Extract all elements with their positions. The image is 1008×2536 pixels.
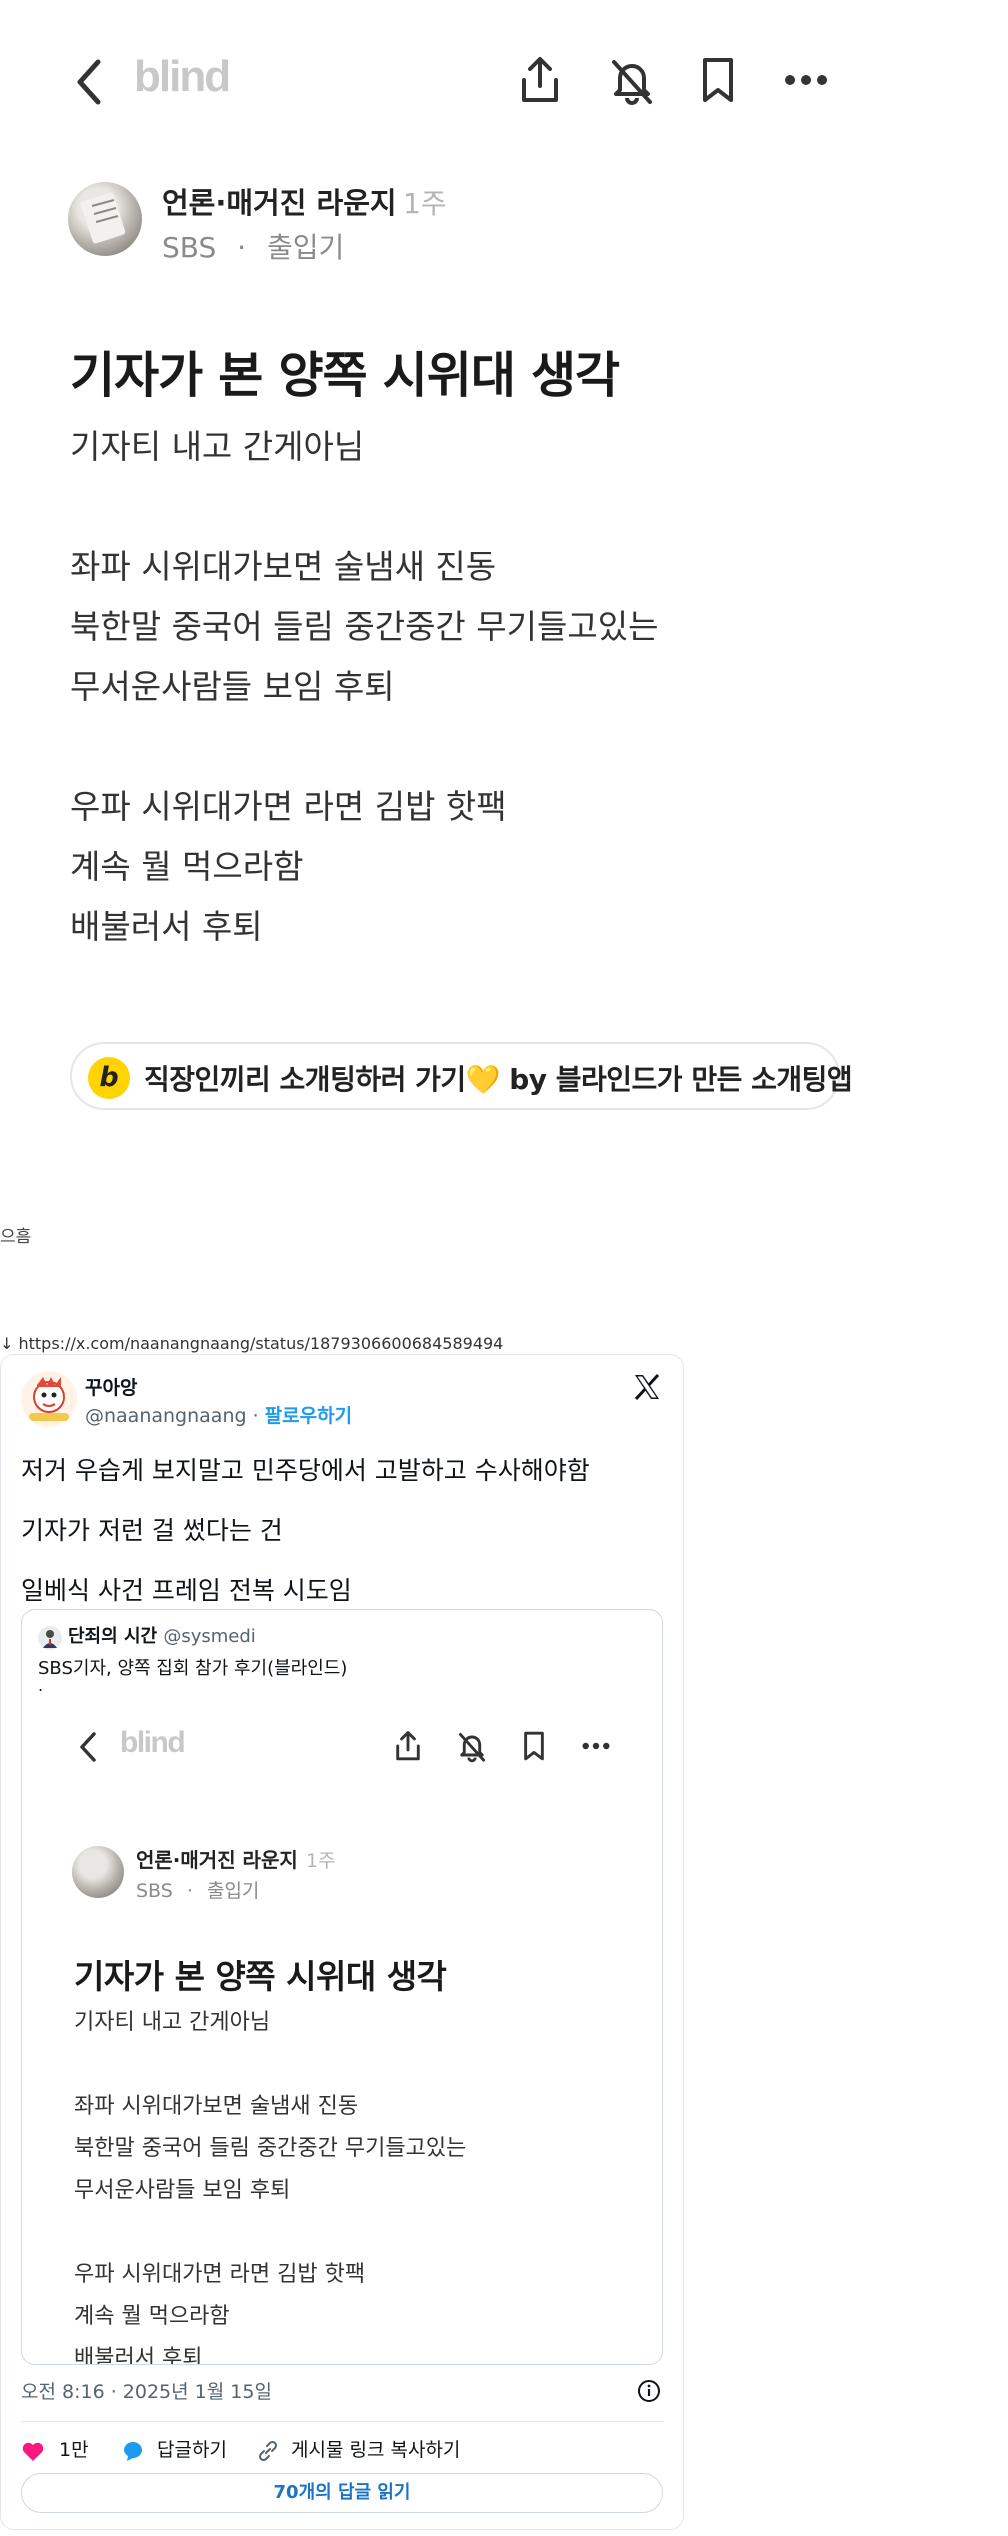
- source-url[interactable]: ↓ https://x.com/naanangnaang/status/1879…: [0, 1334, 503, 1353]
- post-line: 북한말 중국어 들림 중간중간 무기들고있는: [74, 2136, 467, 2161]
- heart-icon: [22, 2442, 44, 2461]
- post-line: 무서운사람들 보임 후퇴: [74, 2178, 291, 2203]
- tweet-text-line: 기자가 저런 걸 썼다는 건: [21, 1516, 283, 1545]
- blind-logo: blind: [134, 52, 231, 101]
- blind-logo: blind: [120, 1726, 186, 1759]
- tweet-embed: 꾸아앙 @naanangnaang · 팔로우하기 저거 우습게 보지말고 민주…: [0, 1354, 684, 2530]
- back-icon: [76, 1730, 102, 1764]
- divider: [21, 2421, 663, 2422]
- share-icon: [390, 1728, 426, 1764]
- dating-app-ad-banner[interactable]: b 직장인끼리 소개팅하러 가기💛 by 블라인드가 만든 소개팅앱: [70, 1042, 853, 1110]
- post-time: 1주: [403, 187, 447, 220]
- ad-text: 직장인끼리 소개팅하러 가기💛 by 블라인드가 만든 소개팅앱: [144, 1063, 853, 1096]
- quoted-avatar: [38, 1626, 62, 1650]
- company-name: SBS: [136, 1880, 173, 1902]
- comment-text: 으흠: [0, 1227, 32, 1247]
- quoted-blind-screenshot: blind 언론·매거진 라운지 1주 SBS · 출입기 기자가 본 양쪽 시…: [22, 1706, 662, 2365]
- post-line: 좌파 시위대가보면 술냄새 진동: [70, 547, 497, 586]
- separator-dot: ·: [252, 1405, 259, 1427]
- separator-dot: ·: [186, 1880, 193, 1902]
- x-logo-icon[interactable]: [631, 1371, 663, 1403]
- like-button[interactable]: 1만: [21, 2435, 89, 2462]
- info-icon[interactable]: [637, 2379, 661, 2403]
- tweet-text-line: 일베식 사건 프레임 전복 시도임: [21, 1576, 352, 1605]
- tweet-avatar[interactable]: [21, 1371, 77, 1427]
- more-icon[interactable]: [778, 52, 834, 108]
- separator-dot: ·: [237, 231, 247, 264]
- back-icon[interactable]: [70, 56, 114, 108]
- quoted-handle: @sysmedi: [163, 1626, 256, 1647]
- bookmark-icon[interactable]: [690, 52, 746, 108]
- post-line: 우파 시위대가면 라면 김밥 핫팩: [74, 2262, 366, 2287]
- quoted-author-name: 단죄의 시간: [68, 1626, 158, 1647]
- link-icon: [258, 2440, 278, 2461]
- copy-link-label: 게시물 링크 복사하기: [291, 2439, 461, 2461]
- more-icon: [578, 1728, 614, 1764]
- quoted-dot: .: [38, 1676, 44, 1695]
- post-line: 기자티 내고 간게아님: [74, 2010, 271, 2035]
- quoted-author[interactable]: 단죄의 시간 @sysmedi: [68, 1622, 256, 1648]
- author-company: SBS · 출입기: [162, 226, 344, 266]
- post-line: 북한말 중국어 들림 중간중간 무기들고있는: [70, 607, 659, 646]
- post-time: 1주: [306, 1850, 336, 1872]
- post-title: 기자가 본 양쪽 시위대 생각: [70, 347, 620, 404]
- post-line: 계속 뭘 먹으라함: [70, 847, 304, 886]
- post-line: 우파 시위대가면 라면 김밥 핫팩: [70, 787, 507, 826]
- status-label: 출입기: [206, 1880, 260, 1902]
- author-name: 언론·매거진 라운지: [136, 1848, 298, 1872]
- author-company: SBS · 출입기: [136, 1876, 259, 1903]
- status-label: 출입기: [266, 231, 345, 264]
- tweet-timestamp[interactable]: 오전 8:16 · 2025년 1월 15일: [21, 2377, 272, 2404]
- post-line: 배불러서 후퇴: [74, 2346, 203, 2365]
- bell-off-icon: [454, 1728, 490, 1764]
- avatar: [72, 1846, 124, 1898]
- reply-bubble-icon: [124, 2441, 142, 2461]
- bell-off-icon[interactable]: [604, 52, 660, 108]
- follow-button[interactable]: 팔로우하기: [265, 1405, 352, 1427]
- post-line: 계속 뭘 먹으라함: [74, 2304, 230, 2329]
- quoted-tweet[interactable]: 단죄의 시간 @sysmedi SBS기자, 양쪽 집회 참가 후기(블라인드)…: [21, 1609, 663, 2365]
- reply-label: 답글하기: [157, 2439, 227, 2461]
- post-title: 기자가 본 양쪽 시위대 생각: [74, 1957, 447, 1996]
- blind-b-icon: b: [88, 1057, 130, 1099]
- author-name[interactable]: 언론·매거진 라운지: [162, 180, 397, 222]
- share-icon[interactable]: [512, 52, 568, 108]
- avatar[interactable]: [68, 182, 142, 256]
- read-replies-button[interactable]: 70개의 답글 읽기: [21, 2473, 663, 2513]
- tweet-author-name[interactable]: 꾸아앙: [85, 1373, 137, 1400]
- bookmark-icon: [516, 1728, 552, 1764]
- post-line: 배불러서 후퇴: [70, 907, 263, 946]
- copy-link-button[interactable]: 게시물 링크 복사하기: [257, 2435, 460, 2462]
- quoted-text: SBS기자, 양쪽 집회 참가 후기(블라인드): [38, 1658, 348, 1679]
- tweet-text-line: 저거 우습게 보지말고 민주당에서 고발하고 수사해야함: [21, 1456, 590, 1485]
- post-line: 기자티 내고 간게아님: [70, 427, 365, 466]
- post-line: 무서운사람들 보임 후퇴: [70, 667, 395, 706]
- reply-button[interactable]: 답글하기: [121, 2435, 227, 2462]
- tweet-handle[interactable]: @naanangnaang: [85, 1405, 247, 1427]
- company-name: SBS: [162, 231, 217, 264]
- post-line: 좌파 시위대가보면 술냄새 진동: [74, 2094, 359, 2119]
- like-count: 1만: [59, 2439, 89, 2461]
- blind-post: blind 언론·매거진 라운지 1주 SBS · 출입기 기자가 본 양쪽 시…: [0, 0, 880, 1150]
- tweet-author-line: @naanangnaang · 팔로우하기: [85, 1401, 352, 1428]
